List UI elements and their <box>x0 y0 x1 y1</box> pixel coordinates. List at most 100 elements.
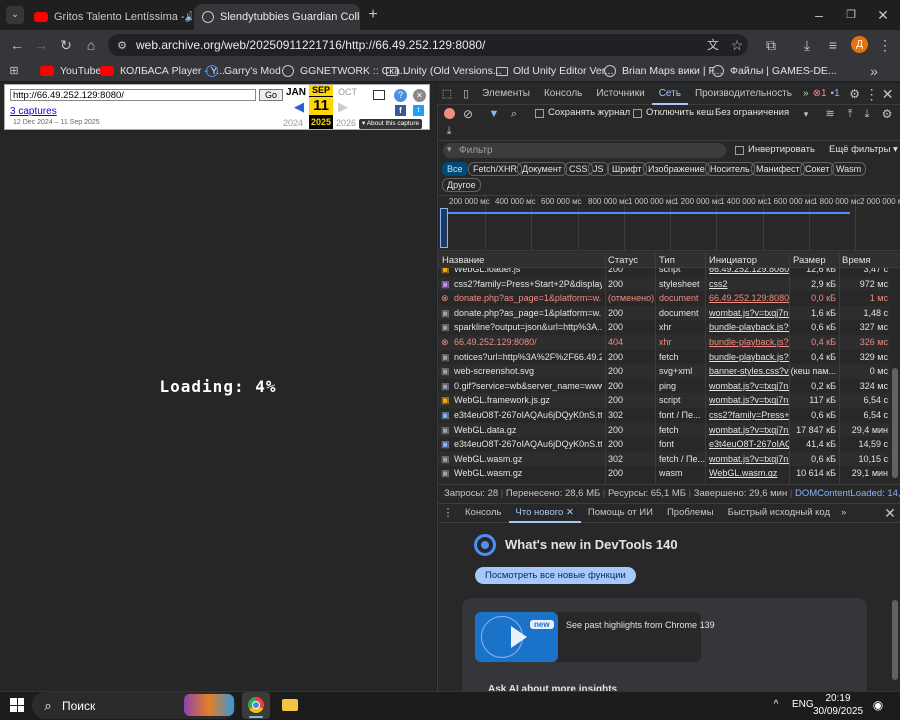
requests-scrollbar[interactable] <box>890 268 900 484</box>
col-status[interactable]: Статус <box>608 255 638 266</box>
forward-icon[interactable]: → <box>32 36 50 54</box>
request-name[interactable]: notices?url=http%3A%2F%2F66.49.25... <box>454 350 602 365</box>
invert-checkbox[interactable] <box>735 146 744 155</box>
chip-socket[interactable]: Сокет <box>800 162 835 176</box>
screenshot-icon[interactable] <box>373 90 385 100</box>
tab-slendytubbies[interactable]: Slendytubbies Guardian Collec✕ <box>194 4 360 30</box>
restore-icon[interactable]: ❐ <box>842 6 860 24</box>
menu-icon[interactable]: ⋮ <box>876 36 894 54</box>
tab-performance[interactable]: Производительность <box>688 83 799 105</box>
go-button[interactable]: Go <box>259 89 283 101</box>
request-initiator[interactable]: wombat.js?v=txqj7nK <box>709 306 789 321</box>
close-window-icon[interactable]: ✕ <box>874 6 892 24</box>
bookmark-games-dev[interactable]: Файлы | GAMES-DE... <box>712 62 837 80</box>
chevron-down-icon[interactable]: ▾ <box>800 105 812 123</box>
bookmark-gmod[interactable]: Garry's Mod <box>206 62 281 80</box>
request-initiator[interactable]: bundle-playback.js?v= <box>709 350 789 365</box>
request-initiator[interactable]: wombat.js?v=txqj7nK <box>709 379 789 394</box>
drawer-tab-whats-new[interactable]: Что нового ✕ <box>508 503 581 523</box>
video-thumbnail[interactable]: new <box>475 612 558 662</box>
tab-search-icon[interactable]: ⌄ <box>6 6 24 24</box>
download-icon[interactable]: ⤓ <box>442 122 456 140</box>
request-name[interactable]: WebGL.wasm.gz <box>454 466 602 481</box>
back-icon[interactable]: ← <box>8 36 26 54</box>
notifications-icon[interactable]: ◉ <box>870 696 886 714</box>
filter-icon[interactable]: ▼ <box>487 105 501 123</box>
request-name[interactable]: sparkline?output=json&url=http%3A... <box>454 320 602 335</box>
request-initiator[interactable]: wombat.js?v=txqj7nK <box>709 423 789 438</box>
request-name[interactable]: 0.gif?service=wb&server_name=www... <box>454 379 602 394</box>
wayback-url-input[interactable]: http://66.49.252.129:8080/ <box>10 89 256 101</box>
timeline-handle[interactable] <box>440 208 448 248</box>
request-name[interactable]: e3t4euO8T-267oIAQAu6jDQyK0nS.ttf <box>454 437 602 452</box>
request-initiator[interactable]: bundle-playback.js?v= <box>709 335 789 350</box>
chip-font[interactable]: Шрифт <box>607 162 647 176</box>
drawer-tab-ai[interactable]: Помощь от ИИ <box>581 503 660 523</box>
col-initiator[interactable]: Инициатор <box>709 255 757 266</box>
language-indicator[interactable]: ENG <box>792 699 814 710</box>
drawer-tab-issues[interactable]: Проблемы <box>660 503 721 523</box>
bookmark-brian-maps[interactable]: Brian Maps вики | F... <box>604 62 723 80</box>
media-icon[interactable]: ≡ <box>824 36 842 54</box>
table-row[interactable]: ⊗ donate.php?as_page=1&platform=w... (отме… <box>438 291 890 306</box>
table-row[interactable]: ▣ 0.gif?service=wb&server_name=www... 200 p… <box>438 379 890 394</box>
chip-fetch-xhr[interactable]: Fetch/XHR <box>468 162 523 176</box>
table-row[interactable]: ▣ e3t4euO8T-267oIAQAu6jDQyK0nS.ttf 302 font… <box>438 408 890 423</box>
chip-image[interactable]: Изображение <box>643 162 710 176</box>
request-initiator[interactable]: wombat.js?v=txqj7nK <box>709 452 789 467</box>
preserve-log-checkbox[interactable] <box>535 109 544 118</box>
table-row[interactable]: ▣ donate.php?as_page=1&platform=w... 200 do… <box>438 305 890 321</box>
table-row[interactable]: ▣ sparkline?output=json&url=http%3A... 200… <box>438 320 890 335</box>
message-badge[interactable]: ▪1 <box>831 88 840 99</box>
settings-icon[interactable]: ⚙ <box>846 85 864 103</box>
request-name[interactable]: css2?family=Press+Start+2P&display... <box>454 277 602 292</box>
reload-icon[interactable]: ↻ <box>57 36 75 54</box>
tab-elements[interactable]: Элементы <box>475 83 537 105</box>
col-type[interactable]: Тип <box>659 255 675 266</box>
upload-har-icon[interactable]: ⤒ <box>843 105 857 123</box>
record-icon[interactable] <box>444 108 455 119</box>
more-filters-button[interactable]: Ещё фильтры ▾ <box>829 144 898 155</box>
chip-document[interactable]: Документ <box>517 162 567 176</box>
highlights-text[interactable]: See past highlights from Chrome 139 <box>566 620 715 630</box>
tab-console[interactable]: Консоль <box>537 83 589 105</box>
table-row[interactable]: ▣ WebGL.data.gz 200 fetch wombat.js?v=txqj7n… <box>438 422 890 438</box>
speaker-icon[interactable]: 🔊 <box>185 12 192 23</box>
prev-month[interactable]: JAN <box>286 87 306 98</box>
request-name[interactable]: WebGL.framework.js.gz <box>454 393 602 408</box>
extensions-icon[interactable]: ⧉ <box>762 36 780 54</box>
network-settings-icon[interactable]: ⚙ <box>880 105 894 123</box>
col-time[interactable]: Время <box>842 255 871 266</box>
scrollbar-thumb[interactable] <box>892 368 898 478</box>
new-tab-icon[interactable]: + <box>364 6 382 24</box>
request-initiator[interactable]: wombat.js?v=txqj7nK <box>709 393 789 408</box>
col-name[interactable]: Название <box>442 255 484 266</box>
tray-chevron-up-icon[interactable]: ^ <box>768 696 784 714</box>
site-info-icon[interactable]: ⚙ <box>114 37 130 55</box>
profile-avatar[interactable]: Д <box>851 36 868 53</box>
captures-link[interactable]: 3 captures <box>10 106 57 117</box>
table-row[interactable]: ▣ e3t4euO8T-267oIAQAu6jDQyK0nS.ttf 200 font… <box>438 437 890 452</box>
prev-year[interactable]: 2024 <box>283 118 303 128</box>
twitter-icon[interactable]: t <box>413 105 424 116</box>
table-row[interactable]: ▣ WebGL.loader.js 200 script 66.49.252.129:8… <box>438 268 890 277</box>
home-icon[interactable]: ⌂ <box>82 36 100 54</box>
request-initiator[interactable]: banner-styles.css?v= <box>709 364 789 379</box>
minimize-icon[interactable]: – <box>810 6 828 24</box>
inspect-icon[interactable]: ⬚ <box>437 85 457 103</box>
tab-network[interactable]: Сеть <box>651 83 688 105</box>
close-drawer-icon[interactable]: ✕ <box>880 504 900 522</box>
error-badge[interactable]: ⊗1 <box>813 88 827 99</box>
chip-wasm[interactable]: Wasm <box>831 162 867 176</box>
about-capture-button[interactable]: ▾ About this capture <box>359 119 423 129</box>
windows-start-icon[interactable] <box>10 698 24 712</box>
drawer-scrollbar[interactable] <box>892 600 898 680</box>
tab-sources[interactable]: Источники <box>589 83 651 105</box>
more-tabs-icon[interactable]: » <box>799 83 813 105</box>
request-initiator[interactable]: 66.49.252.129:8080/:7 <box>709 291 789 306</box>
request-name[interactable]: 66.49.252.129:8080/ <box>454 335 602 350</box>
chip-all[interactable]: Все <box>442 162 468 176</box>
col-size[interactable]: Размер <box>793 255 826 266</box>
filter-input[interactable]: Фильтр <box>443 143 726 158</box>
drawer-tab-console[interactable]: Консоль <box>458 503 509 523</box>
